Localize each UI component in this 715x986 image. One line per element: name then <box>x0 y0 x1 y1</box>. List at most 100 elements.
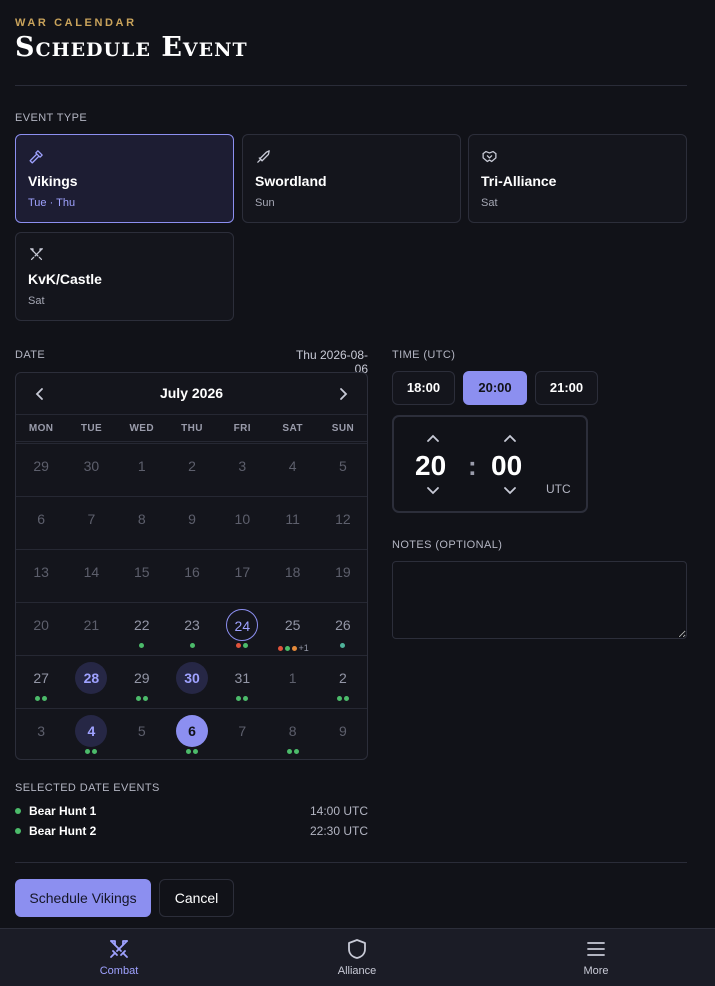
calendar-day[interactable]: 9 <box>318 709 367 759</box>
calendar-day[interactable]: 8 <box>117 497 167 550</box>
calendar-day[interactable]: 19 <box>318 550 367 603</box>
minute-decrement-button[interactable] <box>501 484 519 498</box>
calendar-day[interactable]: 5 <box>117 709 167 759</box>
calendar-day[interactable]: 22 <box>117 603 167 656</box>
chevron-up-icon <box>427 434 439 442</box>
calendar-day[interactable]: 2 <box>167 444 217 497</box>
calendar-day[interactable]: 29 <box>117 656 167 709</box>
calendar-day[interactable]: 6 <box>167 709 217 759</box>
event-type-label: EVENT TYPE <box>15 112 88 124</box>
event-indicator-dots <box>217 696 267 701</box>
calendar-day-number: 16 <box>184 564 200 580</box>
calendar-day[interactable]: 16 <box>167 550 217 603</box>
calendar-day[interactable]: 6 <box>16 497 66 550</box>
calendar-day[interactable]: 18 <box>268 550 318 603</box>
calendar-day[interactable]: 25 +1 <box>268 603 318 656</box>
calendar-day[interactable]: 9 <box>167 497 217 550</box>
calendar-day-number: 7 <box>238 723 247 739</box>
calendar-day-number: 23 <box>184 617 200 633</box>
calendar-weekday-row: MON TUE WED THU FRI SAT SUN <box>16 414 367 442</box>
notes-field[interactable] <box>392 561 687 639</box>
calendar-day[interactable]: 7 <box>217 709 267 759</box>
chevron-down-icon <box>427 487 439 495</box>
event-dot <box>236 643 242 648</box>
nav-item-combat[interactable]: Combat <box>0 929 238 986</box>
nav-item-label: Combat <box>99 965 139 977</box>
calendar-day-number: 15 <box>133 564 150 580</box>
calendar-day[interactable]: 30 <box>66 444 116 497</box>
calendar-day[interactable]: 23 <box>167 603 217 656</box>
calendar-day[interactable]: 24 <box>217 603 267 656</box>
chevron-right-icon <box>340 388 348 400</box>
nav-item-alliance[interactable]: Alliance <box>238 929 476 986</box>
calendar-day[interactable]: 8 <box>268 709 318 759</box>
next-month-button[interactable] <box>331 383 355 405</box>
calendar-day-number: 8 <box>288 723 297 739</box>
calendar-day[interactable]: 28 <box>66 656 116 709</box>
calendar-day[interactable]: 29 <box>16 444 66 497</box>
calendar-day[interactable]: 31 <box>217 656 267 709</box>
calendar-day[interactable]: 3 <box>217 444 267 497</box>
event-type-vikings[interactable]: Vikings Tue · Thu <box>15 134 234 223</box>
calendar-day[interactable]: 20 <box>16 603 66 656</box>
chevron-up-icon <box>504 434 516 442</box>
time-preset-2100[interactable]: 21:00 <box>535 371 598 405</box>
calendar-day[interactable]: 21 <box>66 603 116 656</box>
crossed-swords-icon <box>30 248 43 261</box>
minute-value[interactable]: 00 <box>491 450 522 482</box>
event-type-kvk-castle[interactable]: KvK/Castle Sat <box>15 232 234 321</box>
nav-item-more[interactable]: More <box>477 929 715 986</box>
more-events-count: +1 <box>298 643 309 653</box>
cancel-button[interactable]: Cancel <box>159 879 234 917</box>
event-dot <box>284 645 290 651</box>
event-list-item[interactable]: Bear Hunt 1 14:00 UTC <box>15 803 368 821</box>
weekday-label: FRI <box>233 423 251 434</box>
calendar-day-number: 30 <box>83 458 100 474</box>
calendar-day[interactable]: 26 <box>318 603 367 656</box>
calendar-day-number: 22 <box>133 617 150 633</box>
calendar-day[interactable]: 27 <box>16 656 66 709</box>
calendar-day[interactable]: 15 <box>117 550 167 603</box>
event-dot <box>35 696 41 701</box>
event-list-item[interactable]: Bear Hunt 2 22:30 UTC <box>15 823 368 841</box>
calendar-day[interactable]: 1 <box>117 444 167 497</box>
calendar-day-number: 10 <box>234 511 251 527</box>
calendar-day-number: 6 <box>37 511 46 527</box>
calendar-day[interactable]: 2 <box>318 656 367 709</box>
event-type-name: Vikings <box>28 173 78 189</box>
calendar-day[interactable]: 10 <box>217 497 267 550</box>
event-type-swordland[interactable]: Swordland Sun <box>242 134 461 223</box>
calendar-day[interactable]: 11 <box>268 497 318 550</box>
page-title: Schedule Event <box>15 32 248 63</box>
event-type-name: Swordland <box>255 173 327 189</box>
time-preset-2000[interactable]: 20:00 <box>463 371 527 405</box>
hour-decrement-button[interactable] <box>424 484 442 498</box>
calendar-day-number: 9 <box>188 511 196 527</box>
calendar-day[interactable]: 30 <box>167 656 217 709</box>
event-dot <box>243 696 249 701</box>
calendar-day[interactable]: 13 <box>16 550 66 603</box>
event-type-tri-alliance[interactable]: Tri-Alliance Sat <box>468 134 687 223</box>
calendar-day[interactable]: 3 <box>16 709 66 759</box>
calendar-day[interactable]: 5 <box>318 444 367 497</box>
calendar-day[interactable]: 4 <box>66 709 116 759</box>
hour-value[interactable]: 20 <box>415 450 446 482</box>
hour-increment-button[interactable] <box>424 431 442 445</box>
schedule-button[interactable]: Schedule Vikings <box>15 879 151 917</box>
calendar-week-row: 29 30 1 2 3 4 5 <box>16 443 367 496</box>
weekday-label: TUE <box>80 423 103 434</box>
calendar-day[interactable]: 4 <box>268 444 318 497</box>
event-indicator-dots <box>66 749 116 754</box>
calendar-day-number: 17 <box>234 564 251 580</box>
calendar-day[interactable]: 7 <box>66 497 116 550</box>
event-name: Bear Hunt 2 <box>29 824 97 838</box>
weekday-label: SUN <box>331 423 355 434</box>
calendar-day[interactable]: 12 <box>318 497 367 550</box>
header-divider <box>15 85 687 86</box>
calendar-day[interactable]: 1 <box>268 656 318 709</box>
event-dot <box>336 696 342 701</box>
minute-increment-button[interactable] <box>501 431 519 445</box>
calendar-day[interactable]: 14 <box>66 550 116 603</box>
time-preset-1800[interactable]: 18:00 <box>392 371 455 405</box>
calendar-day[interactable]: 17 <box>217 550 267 603</box>
